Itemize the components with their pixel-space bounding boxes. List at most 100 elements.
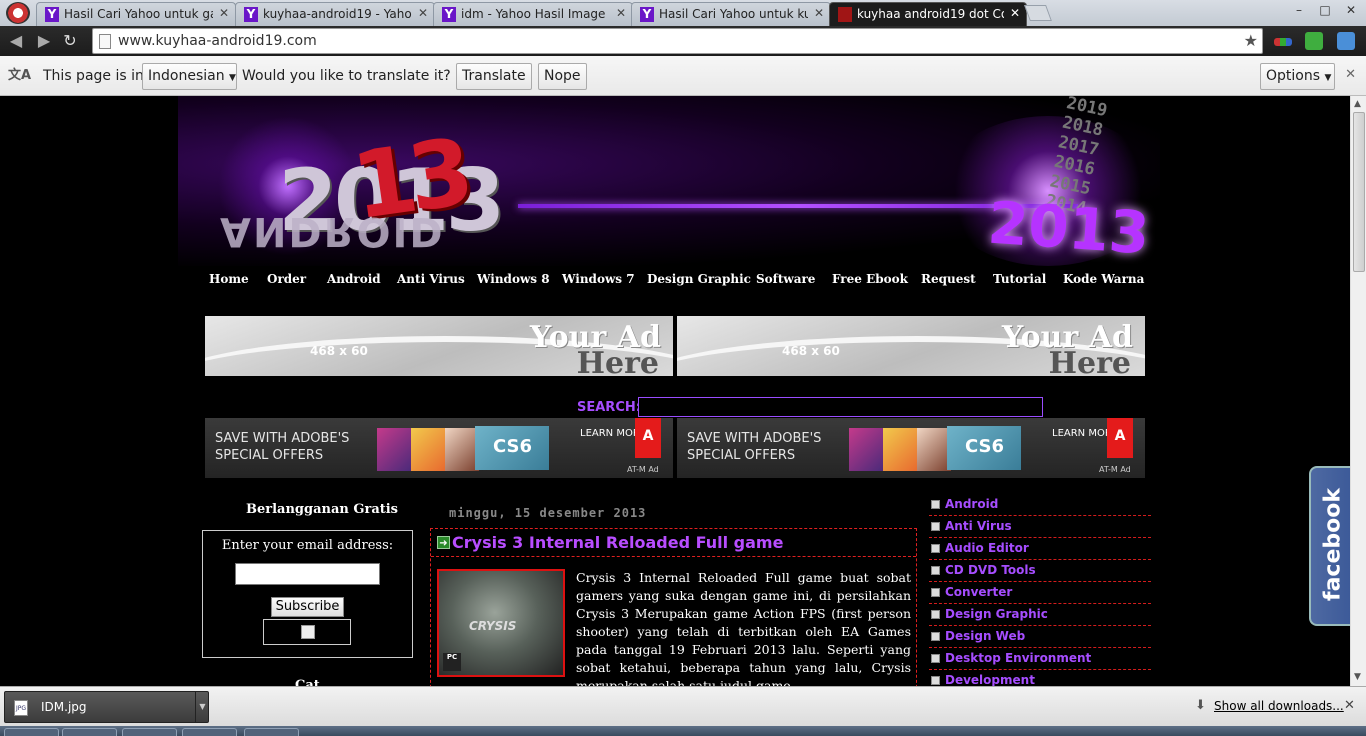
address-url[interactable]: www.kuyhaa-android19.com: [118, 33, 317, 49]
category-link[interactable]: Anti Virus: [945, 519, 1012, 533]
tab-close-icon[interactable]: ✕: [814, 6, 824, 20]
category-link[interactable]: CD DVD Tools: [945, 563, 1036, 577]
list-item[interactable]: Design Web: [929, 626, 1151, 648]
feed-badge[interactable]: [263, 619, 351, 645]
nav-design-graphic[interactable]: Design Graphic: [647, 272, 751, 286]
broken-image-icon: [301, 625, 315, 639]
taskbar-button[interactable]: [182, 728, 237, 736]
list-item[interactable]: Anti Virus: [929, 516, 1151, 538]
list-item[interactable]: CD DVD Tools: [929, 560, 1151, 582]
download-arrow-icon: ⬇: [1195, 698, 1206, 713]
maximize-button[interactable]: □: [1312, 0, 1338, 20]
extension-icon[interactable]: [1305, 32, 1323, 50]
close-window-button[interactable]: ✕: [1338, 0, 1364, 20]
tab-close-icon[interactable]: ✕: [418, 6, 428, 20]
extension-icon[interactable]: [1337, 32, 1355, 50]
download-item[interactable]: JPG IDM.jpg ▼: [4, 691, 209, 723]
post-cover-image[interactable]: CRYSIS PC: [437, 569, 565, 677]
ad-slot-left[interactable]: 468 x 60 Your Ad Here: [205, 316, 673, 376]
post-title-row: ➜ Crysis 3 Internal Reloaded Full game: [431, 529, 916, 557]
nav-free-ebook[interactable]: Free Ebook: [832, 272, 908, 286]
close-shelf-icon[interactable]: ✕: [1344, 698, 1355, 713]
nav-tutorial[interactable]: Tutorial: [993, 272, 1046, 286]
ad-choices-label[interactable]: AT-M Ad: [1099, 465, 1131, 474]
bullet-icon: [931, 654, 940, 663]
scroll-down-icon[interactable]: ▼: [1354, 672, 1361, 682]
adobe-ad-right[interactable]: SAVE WITH ADOBE'S SPECIAL OFFERS CS6 LEA…: [677, 418, 1145, 478]
bullet-icon: [931, 544, 940, 553]
search-label: SEARCH:: [577, 400, 641, 415]
chevron-down-icon[interactable]: ▼: [195, 692, 209, 722]
cs6-badge: CS6: [947, 426, 1021, 470]
nav-anti-virus[interactable]: Anti Virus: [397, 272, 465, 286]
category-list: Android Anti Virus Audio Editor CD DVD T…: [929, 494, 1151, 686]
chrome-logo-icon[interactable]: [6, 2, 30, 24]
nav-request[interactable]: Request: [921, 272, 976, 286]
ad-slot-right[interactable]: 468 x 60 Your Ad Here: [677, 316, 1145, 376]
options-button[interactable]: Options ▼: [1260, 63, 1335, 90]
email-field[interactable]: [235, 563, 380, 585]
facebook-tab[interactable]: facebook: [1309, 466, 1350, 626]
nav-android[interactable]: Android: [327, 272, 381, 286]
new-tab-button[interactable]: [1024, 5, 1052, 21]
list-item[interactable]: Development: [929, 670, 1151, 686]
category-link[interactable]: Android: [945, 497, 998, 511]
nav-software[interactable]: Software: [756, 272, 815, 286]
category-link[interactable]: Converter: [945, 585, 1012, 599]
category-link[interactable]: Desktop Environment: [945, 651, 1091, 665]
show-all-downloads-link[interactable]: Show all downloads...: [1214, 699, 1344, 713]
nav-home[interactable]: Home: [209, 272, 249, 286]
list-item[interactable]: Android: [929, 494, 1151, 516]
close-infobar-icon[interactable]: ✕: [1345, 67, 1356, 82]
taskbar-button[interactable]: [62, 728, 117, 736]
tab-close-icon[interactable]: ✕: [219, 6, 229, 20]
browser-tab-active[interactable]: kuyhaa android19 dot Com ✕: [829, 2, 1027, 26]
subscribe-button[interactable]: Subscribe: [271, 597, 344, 617]
nav-order[interactable]: Order: [267, 272, 306, 286]
tab-close-icon[interactable]: ✕: [616, 6, 626, 20]
category-link[interactable]: Design Web: [945, 629, 1025, 643]
browser-tab-1[interactable]: Y Hasil Cari Yahoo untuk gam ✕: [36, 2, 236, 26]
scrollbar-thumb[interactable]: [1353, 112, 1365, 272]
browser-tab-4[interactable]: Y Hasil Cari Yahoo untuk kuyh ✕: [631, 2, 831, 26]
bookmark-star-icon[interactable]: ★: [1244, 31, 1258, 50]
forward-icon[interactable]: ▶: [34, 31, 54, 51]
browser-tab-3[interactable]: Y idm - Yahoo Hasil Image Se ✕: [433, 2, 633, 26]
tab-close-icon[interactable]: ✕: [1010, 6, 1020, 20]
bullet-icon: [931, 566, 940, 575]
post-title-link[interactable]: Crysis 3 Internal Reloaded Full game: [452, 533, 783, 552]
list-item[interactable]: Design Graphic: [929, 604, 1151, 626]
back-icon[interactable]: ◀: [6, 31, 26, 51]
taskbar-button[interactable]: [244, 728, 299, 736]
language-select[interactable]: Indonesian ▼: [142, 63, 237, 90]
product-thumb: [377, 428, 411, 471]
list-item[interactable]: Audio Editor: [929, 538, 1151, 560]
adobe-logo-icon: A: [635, 418, 661, 458]
extension-icon[interactable]: [1274, 38, 1292, 46]
category-link[interactable]: Audio Editor: [945, 541, 1029, 555]
site-header-banner[interactable]: 2013 13 ANDROID 2019 2018 2017 2016 2015…: [178, 96, 1160, 266]
vertical-scrollbar[interactable]: ▲ ▼: [1350, 96, 1366, 686]
adobe-ad-left[interactable]: SAVE WITH ADOBE'S SPECIAL OFFERS CS6 LEA…: [205, 418, 673, 478]
taskbar-button[interactable]: [4, 728, 59, 736]
address-bar[interactable]: www.kuyhaa-android19.com ★: [92, 28, 1263, 54]
taskbar-button[interactable]: [122, 728, 177, 736]
translate-button[interactable]: Translate: [456, 63, 532, 90]
reload-icon[interactable]: ↻: [60, 31, 80, 51]
list-item[interactable]: Converter: [929, 582, 1151, 604]
nav-windows-8[interactable]: Windows 8: [477, 272, 550, 286]
browser-tab-2[interactable]: Y kuyhaa-android19 - Yahoo H ✕: [235, 2, 435, 26]
ad-choices-label[interactable]: AT-M Ad: [627, 465, 659, 474]
post-excerpt: Crysis 3 Internal Reloaded Full game bua…: [576, 570, 911, 686]
minimize-button[interactable]: –: [1286, 0, 1312, 20]
nav-windows-7[interactable]: Windows 7: [562, 272, 635, 286]
scroll-up-icon[interactable]: ▲: [1354, 99, 1361, 109]
tab-title: Hasil Cari Yahoo untuk gam: [64, 7, 213, 21]
search-input[interactable]: [638, 397, 1043, 417]
jpg-file-icon: JPG: [14, 700, 28, 716]
list-item[interactable]: Desktop Environment: [929, 648, 1151, 670]
nope-button[interactable]: Nope: [538, 63, 587, 90]
category-link[interactable]: Design Graphic: [945, 607, 1048, 621]
category-link[interactable]: Development: [945, 673, 1035, 686]
nav-kode-warna[interactable]: Kode Warna: [1063, 272, 1144, 286]
